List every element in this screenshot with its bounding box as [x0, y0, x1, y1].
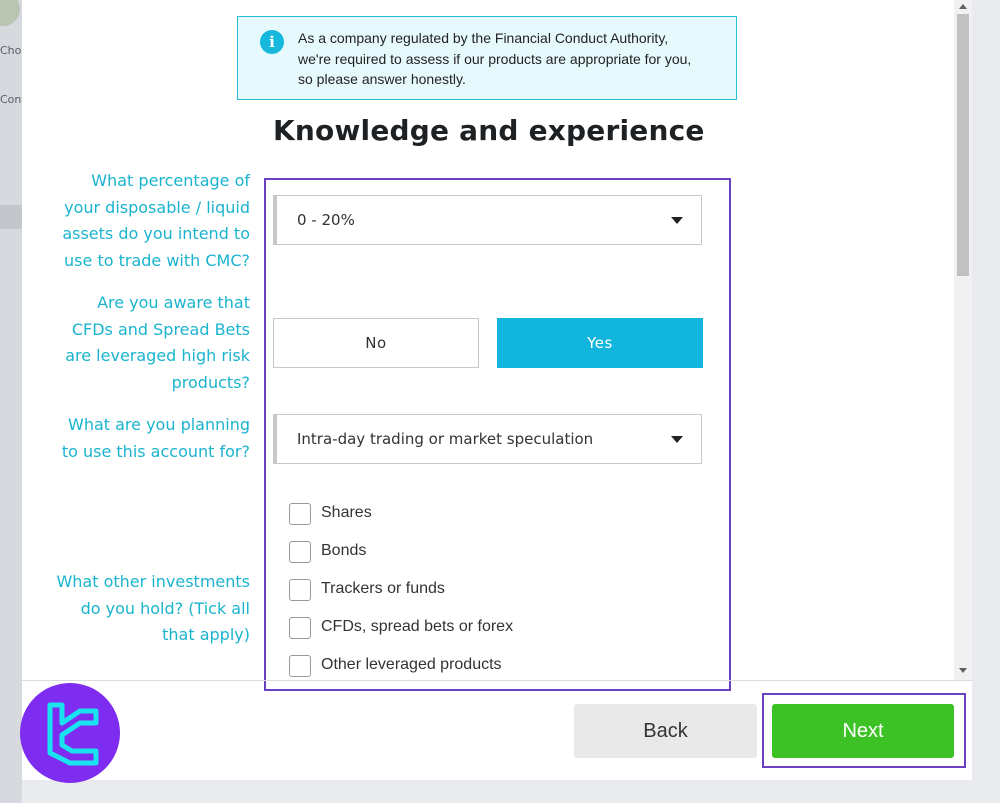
info-text: As a company regulated by the Financial …	[298, 28, 728, 90]
label-line: assets do you intend to	[62, 224, 250, 243]
checkbox-label: Bonds	[321, 542, 367, 559]
account-purpose-select[interactable]: Intra-day trading or market speculation	[273, 414, 702, 464]
label-line: CFDs and Spread Bets	[71, 319, 250, 339]
label-line: What percentage of	[91, 171, 250, 190]
question-label-leverage: Are you aware that CFDs and Spread Bets …	[65, 290, 250, 396]
info-line: we're required to assess if our products…	[298, 50, 692, 67]
caret-down-icon	[671, 217, 683, 224]
scrollbar[interactable]	[954, 0, 972, 680]
checkbox[interactable]	[289, 541, 311, 563]
checkbox[interactable]	[289, 503, 311, 525]
disposable-assets-select[interactable]: 0 - 20%	[273, 195, 702, 245]
info-banner: i As a company regulated by the Financia…	[237, 16, 737, 100]
checkbox[interactable]	[289, 617, 311, 639]
background-page	[0, 0, 22, 803]
footer-divider	[22, 680, 972, 681]
label-line: use to trade with CMC?	[64, 250, 250, 270]
info-icon: i	[260, 30, 284, 54]
label-line: Are you aware that	[97, 293, 250, 312]
background-divider	[0, 205, 22, 229]
logo-glyph-icon	[47, 702, 99, 766]
label-line: are leveraged high risk	[65, 346, 250, 365]
checkbox-label: Trackers or funds	[321, 580, 445, 597]
label-line: do you hold? (Tick all	[80, 598, 250, 618]
scroll-up-arrow-icon[interactable]	[959, 4, 967, 9]
scroll-down-arrow-icon[interactable]	[959, 668, 967, 673]
label-line: that apply)	[162, 625, 250, 644]
question-label-other-investments: What other investments do you hold? (Tic…	[56, 569, 250, 649]
select-value: 0 - 20%	[297, 211, 355, 229]
label-line: to use this account for?	[61, 441, 250, 461]
question-label-disposable-assets: What percentage of your disposable / liq…	[62, 168, 250, 274]
back-button[interactable]: Back	[574, 704, 757, 758]
caret-down-icon	[671, 436, 683, 443]
leverage-no-button[interactable]: No	[273, 318, 479, 368]
label-line: your disposable / liquid	[64, 197, 250, 217]
scroll-thumb[interactable]	[957, 14, 969, 276]
checkbox[interactable]	[289, 579, 311, 601]
info-line: so please answer honestly.	[298, 71, 466, 87]
label-line: products?	[171, 372, 250, 392]
page-title: Knowledge and experience	[273, 114, 705, 147]
info-line: As a company regulated by the Financial …	[298, 30, 669, 46]
label-line: What other investments	[56, 572, 250, 591]
brand-logo-icon	[20, 683, 120, 783]
checkbox-label: CFDs, spread bets or forex	[321, 618, 514, 635]
label-line: What are you planning	[68, 415, 250, 434]
question-label-account-purpose: What are you planning to use this accoun…	[62, 412, 250, 465]
next-button[interactable]: Next	[772, 704, 954, 758]
checkbox-label: Shares	[321, 504, 372, 521]
select-value: Intra-day trading or market speculation	[297, 430, 594, 448]
checkbox-label: Other leveraged products	[321, 656, 502, 673]
checkbox[interactable]	[289, 655, 311, 677]
leverage-yes-button[interactable]: Yes	[497, 318, 703, 368]
